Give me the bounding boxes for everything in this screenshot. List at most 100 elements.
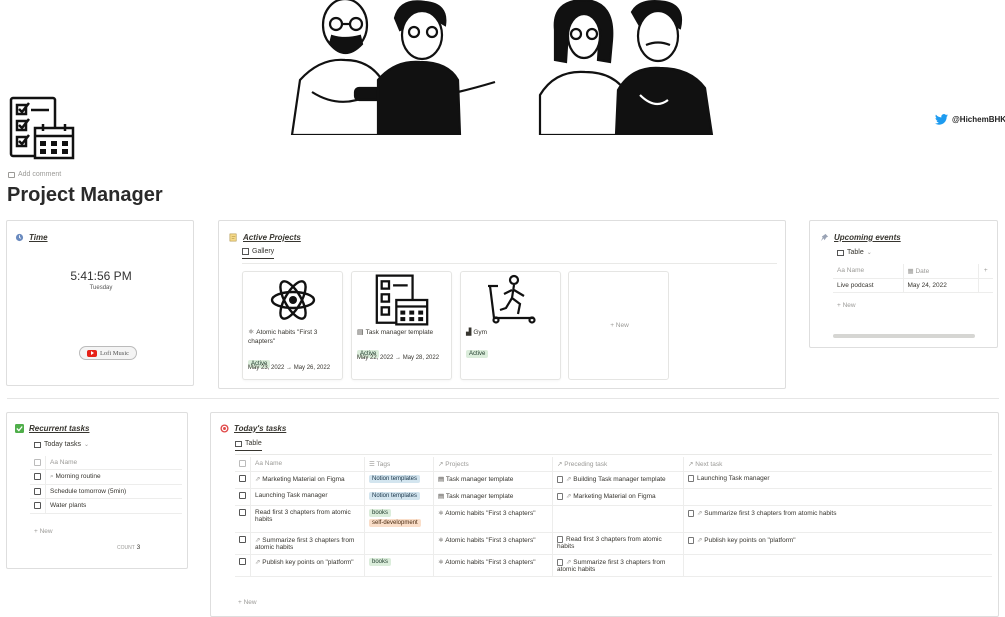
column-header-name[interactable]: Aa Name — [833, 264, 904, 279]
new-task-button[interactable]: + New — [238, 599, 257, 606]
page-icon — [557, 558, 563, 566]
table-row[interactable]: ⌕ Morning routine — [30, 469, 182, 486]
project-link[interactable]: Atomic habits "First 3 chapters" — [445, 537, 535, 544]
recurrent-tasks-table: Aa Name ⌕ Morning routine Schedule tomor… — [30, 456, 182, 514]
todays-tasks-title[interactable]: Today's tasks — [219, 423, 286, 433]
project-link[interactable]: Task manager template — [446, 476, 514, 483]
text-icon: Aa — [837, 267, 847, 274]
task-name[interactable]: Water plants — [50, 502, 86, 509]
tag: books — [369, 509, 392, 517]
count-label: COUNT — [117, 545, 135, 551]
table-row[interactable]: ⇗ Marketing Material on Figma Notion tem… — [235, 471, 992, 489]
next-link[interactable]: Summarize first 3 chapters from atomic h… — [704, 510, 836, 517]
target-icon — [219, 423, 229, 433]
add-comment-button[interactable]: Add comment — [8, 171, 61, 178]
preceding-link[interactable]: Building Task manager template — [573, 476, 665, 483]
task-name[interactable]: Summarize first 3 chapters from atomic h… — [255, 537, 354, 551]
page-title: Project Manager — [7, 184, 163, 206]
treadmill-icon — [488, 274, 536, 324]
column-header-tags[interactable]: ☰ Tags — [364, 457, 434, 472]
table-row[interactable]: Schedule tomorrow (5min) — [30, 484, 182, 500]
upcoming-events-table: Aa Name ▦ Date + Live podcast May 24, 20… — [833, 264, 993, 293]
table-view-tab[interactable]: Table ⌄ — [837, 249, 872, 256]
table-row[interactable]: Water plants — [30, 498, 182, 514]
time-title-label: Time — [29, 232, 48, 242]
project-dates: May 23, 2022 → May 26, 2022 — [248, 365, 331, 371]
checkbox-icon — [34, 459, 41, 466]
next-link[interactable]: Publish key points on "platform" — [704, 537, 795, 544]
today-table-view-tab[interactable]: Table — [235, 440, 992, 455]
time-title[interactable]: Time — [14, 232, 48, 242]
task-name[interactable]: Read first 3 chapters from atomic habits — [255, 509, 351, 523]
checklist-icon-small: ▤ — [438, 493, 446, 500]
preceding-link[interactable]: Summarize first 3 chapters from atomic h… — [557, 559, 665, 573]
checkbox-column-header — [235, 457, 251, 472]
task-name[interactable]: Morning routine — [55, 473, 100, 480]
new-project-card[interactable]: + New — [568, 271, 669, 380]
recurrent-tasks-title[interactable]: Recurrent tasks — [14, 423, 89, 433]
project-card[interactable]: ▤ Task manager template Active May 22, 2… — [351, 271, 452, 380]
horizontal-scrollbar[interactable] — [833, 334, 975, 338]
chevron-down-icon: ⌄ — [866, 250, 872, 256]
task-name[interactable]: Publish key points on "platform" — [262, 559, 353, 566]
task-checkbox[interactable] — [34, 488, 41, 496]
preceding-link[interactable]: Marketing Material on Figma — [573, 493, 655, 500]
active-projects-title[interactable]: Active Projects — [228, 232, 301, 242]
upcoming-events-panel: Upcoming events Table ⌄ Aa Name ▦ Date +… — [809, 220, 998, 348]
table-row[interactable]: ⇗ Publish key points on "platform" books… — [235, 554, 992, 577]
event-date[interactable]: May 24, 2022 — [903, 278, 979, 293]
project-card[interactable]: ⚛ Atomic habits "First 3 chapters" Activ… — [242, 271, 343, 380]
column-label: Tags — [376, 461, 391, 468]
lofi-music-button[interactable]: Lofi Music — [79, 346, 137, 360]
tag: books — [369, 558, 392, 566]
event-name[interactable]: Live podcast — [833, 278, 904, 293]
pin-icon — [819, 232, 829, 242]
tag: Notion templates — [369, 492, 421, 500]
comment-icon — [8, 171, 15, 178]
column-header-next[interactable]: ↗ Next task — [683, 457, 992, 472]
twitter-handle[interactable]: @HichemBHKA — [935, 114, 1005, 125]
task-name[interactable]: Marketing Material on Figma — [262, 476, 344, 483]
project-link[interactable]: Atomic habits "First 3 chapters" — [445, 510, 535, 517]
task-checkbox[interactable] — [239, 492, 246, 499]
active-projects-title-label: Active Projects — [243, 232, 301, 242]
gallery-icon — [242, 248, 249, 255]
twitter-icon — [935, 114, 948, 125]
next-link[interactable]: Launching Task manager — [697, 475, 770, 482]
column-header-name[interactable]: Aa Name — [45, 456, 182, 471]
add-column-button[interactable]: + — [978, 264, 993, 279]
new-event-button[interactable]: + New — [837, 302, 856, 309]
table-row[interactable]: Read first 3 chapters from atomic habits… — [235, 505, 992, 533]
column-header-name[interactable]: Aa Name — [250, 457, 365, 472]
checklist-calendar-page-icon — [9, 96, 75, 160]
new-task-button[interactable]: + New — [34, 528, 53, 535]
project-link[interactable]: Atomic habits "First 3 chapters" — [445, 559, 535, 566]
project-card[interactable]: ▟ Gym Active — [460, 271, 561, 380]
gallery-view-tab[interactable]: Gallery — [242, 248, 777, 264]
column-header-projects[interactable]: ↗ Projects — [433, 457, 553, 472]
recurrent-tasks-title-label: Recurrent tasks — [29, 423, 90, 433]
table-row[interactable]: Live podcast May 24, 2022 — [833, 278, 993, 293]
atom-icon-small: ⚛ — [248, 329, 257, 336]
todays-tasks-panel: Today's tasks Table Aa Name ☰ Tags ↗ Pro… — [210, 412, 999, 617]
task-checkbox[interactable] — [34, 502, 41, 510]
add-comment-label: Add comment — [18, 171, 62, 178]
column-header-preceding[interactable]: ↗ Preceding task — [552, 457, 684, 472]
today-tasks-view-label: Today tasks — [44, 441, 81, 448]
upcoming-events-title[interactable]: Upcoming events — [819, 232, 901, 242]
task-checkbox[interactable] — [239, 558, 246, 565]
column-header-date[interactable]: ▦ Date — [903, 264, 979, 279]
task-name[interactable]: Schedule tomorrow (5min) — [50, 488, 126, 495]
task-name[interactable]: Launching Task manager — [255, 492, 328, 499]
column-label: Name — [846, 267, 865, 274]
task-checkbox[interactable] — [239, 509, 246, 516]
today-tasks-view-tab[interactable]: Today tasks ⌄ — [34, 441, 89, 448]
project-link[interactable]: Task manager template — [446, 493, 514, 500]
task-checkbox[interactable] — [239, 536, 246, 543]
count-summary[interactable]: COUNT 3 — [117, 544, 140, 551]
task-checkbox[interactable] — [239, 475, 246, 482]
preceding-link[interactable]: Read first 3 chapters from atomic habits — [557, 536, 662, 550]
table-row[interactable]: ⇗ Summarize first 3 chapters from atomic… — [235, 532, 992, 555]
task-checkbox[interactable] — [34, 473, 41, 481]
table-row[interactable]: Launching Task manager Notion templates … — [235, 488, 992, 506]
